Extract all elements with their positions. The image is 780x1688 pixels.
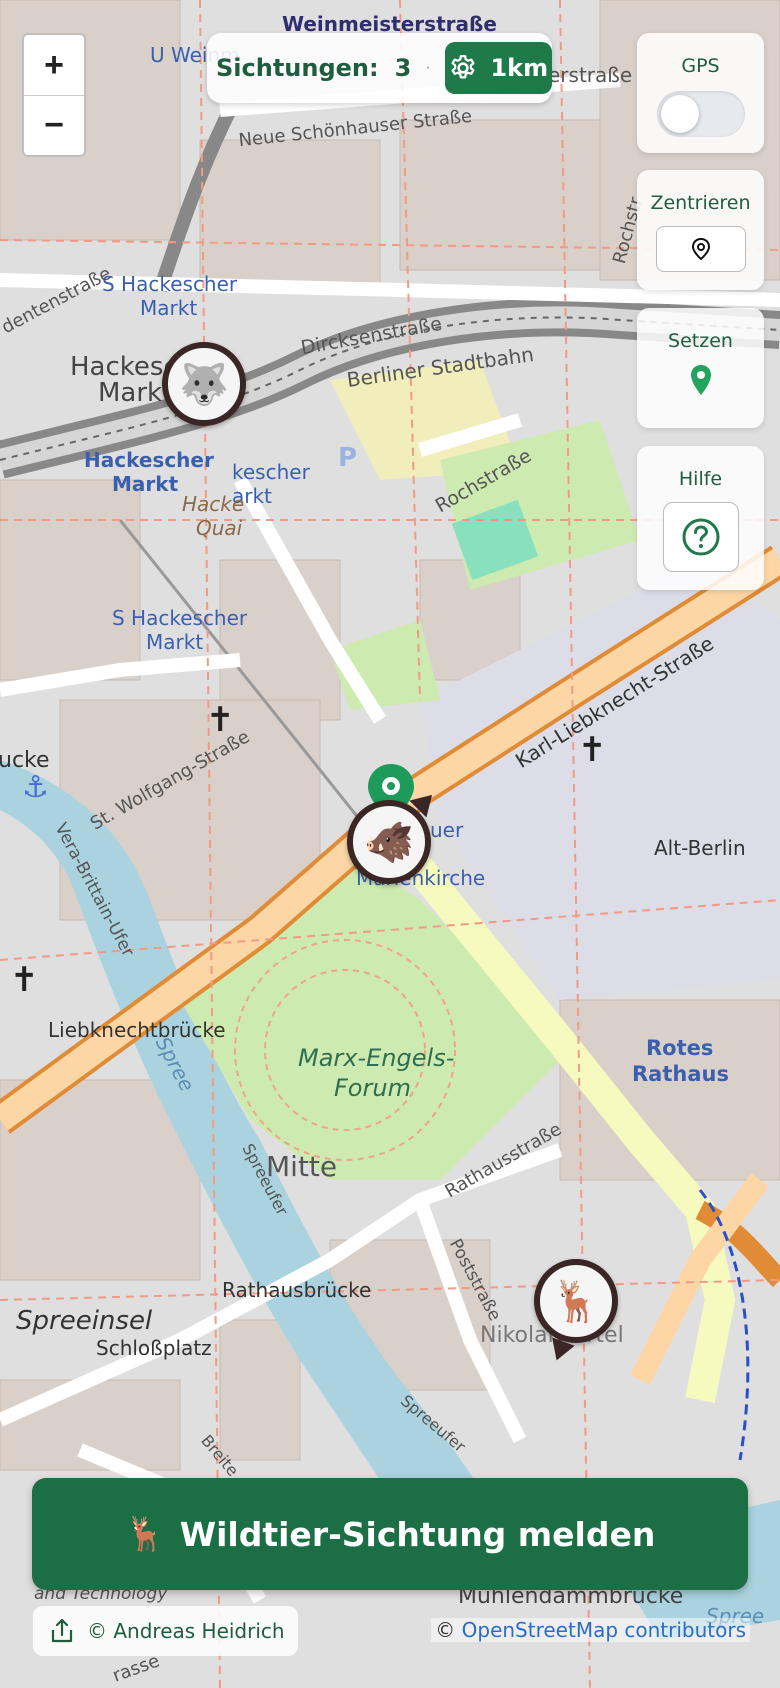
center-title: Zentrieren [650,192,751,214]
author-credit-button[interactable]: © Andreas Heidrich [33,1606,298,1656]
sighting-marker-deer[interactable]: 🦌 [534,1259,618,1365]
gps-toggle[interactable] [656,91,745,137]
zoom-in-button[interactable]: + [24,35,84,95]
help-title: Hilfe [678,468,723,490]
sighting-marker-wild-boar[interactable]: 🐗 [347,786,441,884]
zoom-control: + − [22,33,86,157]
sightings-label: Sichtungen: [216,54,379,82]
center-panel: Zentrieren [637,170,764,290]
deer-icon: 🦌 [124,1514,166,1553]
attribution-prefix: © [435,1618,456,1642]
toggle-knob [660,95,699,133]
sightings-bar: Sichtungen: 3 · 1km [207,33,552,103]
radius-settings-button[interactable]: 1km [444,42,552,94]
set-panel[interactable]: Setzen [637,308,764,428]
map-pin-outline-icon [691,237,710,261]
wild-boar-icon: 🐗 [364,820,414,865]
help-panel: Hilfe [637,446,764,590]
radius-label: 1km [490,54,549,82]
sightings-count: 3 [394,54,412,82]
author-credit-label: © Andreas Heidrich [87,1619,285,1643]
zoom-out-button[interactable]: − [24,95,84,155]
sighting-marker-wolf[interactable]: 🐺 [162,342,246,426]
gear-icon [451,55,475,79]
center-map-button[interactable] [655,226,746,272]
report-sighting-label: Wildtier-Sichtung melden [179,1514,656,1554]
gps-title: GPS [681,55,720,77]
help-icon [682,518,719,556]
map-attribution: © OpenStreetMap contributors [431,1618,750,1642]
share-icon [51,1618,73,1643]
deer-icon: 🦌 [551,1279,601,1324]
set-title: Setzen [668,330,733,352]
help-button[interactable] [662,502,739,572]
wolf-icon: 🐺 [179,362,229,407]
set-location-pin-icon [690,365,711,395]
osm-attribution-link[interactable]: OpenStreetMap contributors [462,1618,746,1642]
separator: · [425,59,431,76]
gps-panel: GPS [637,33,764,153]
report-sighting-button[interactable]: 🦌 Wildtier-Sichtung melden [32,1478,748,1590]
